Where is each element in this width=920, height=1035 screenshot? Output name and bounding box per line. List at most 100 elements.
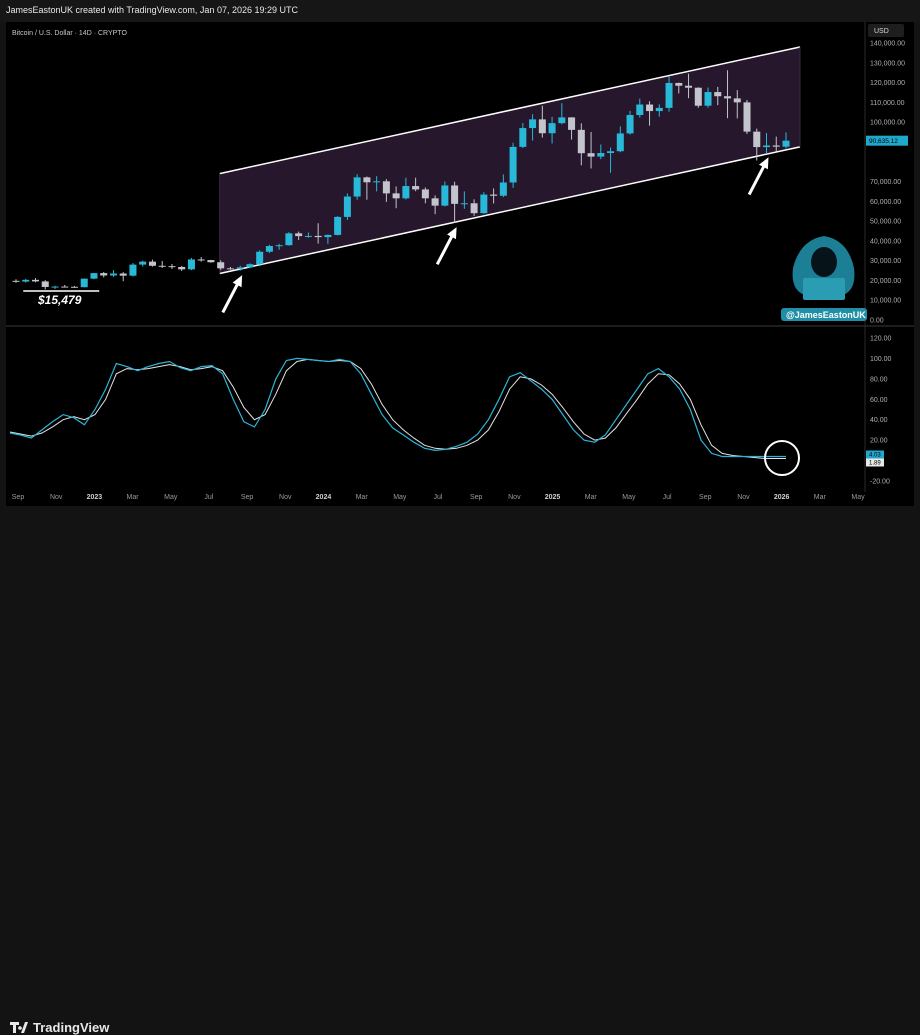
time-axis-tick: May [393,494,407,501]
price-axis-tick: 130,000.00 [870,60,905,67]
candle-body [421,189,429,199]
price-axis-tick: 20,000.00 [870,278,901,285]
candle-body [675,82,683,86]
price-axis-tick: 100,000.00 [870,120,905,127]
candle-body [626,115,634,134]
candle-body [236,267,244,269]
candle-body [470,203,478,214]
candle-body [714,92,722,97]
candle-body [558,117,566,124]
candle-body [90,273,98,279]
candle-body [548,123,556,134]
candle-body [733,98,741,103]
candle-body [246,264,254,268]
candle-body [382,181,390,194]
candle-body [685,85,693,88]
time-axis-tick: Nov [508,494,521,501]
time-axis-tick: 2025 [545,494,561,501]
candle-body [665,82,673,108]
candle-body [129,264,137,276]
candle-body [343,196,351,217]
candle-body [762,145,771,148]
candle-body [80,278,88,288]
time-axis-tick: Mar [127,494,140,501]
candle-body [392,193,400,199]
price-axis-tick: 70,000.00 [870,179,901,186]
candle-body [363,177,371,183]
oscillator-axis-tick: 100.00 [870,356,892,363]
price-axis-tick: 60,000.00 [870,199,901,206]
price-axis-tick: 40,000.00 [870,238,901,245]
candle-body [616,133,624,152]
time-axis-tick: Mar [585,494,598,501]
candle-body [207,260,215,263]
candle-body [168,266,176,268]
candle-body [70,286,78,288]
time-axis-tick: Mar [814,494,827,501]
time-axis-tick: Sep [470,494,483,501]
tradingview-logo-icon [10,1022,28,1033]
candle-body [61,286,69,288]
candle-body [538,119,546,134]
candle-body [460,203,468,205]
candle-body [139,261,147,265]
candle-body [295,233,303,237]
price-axis-tick: 110,000.00 [870,100,905,107]
candle-body [490,194,498,196]
candle-body [431,198,439,206]
time-axis-tick: 2023 [87,494,103,501]
oscillator-axis-tick: 80.00 [870,376,888,383]
candle-body [275,245,283,247]
candle-body [334,216,342,235]
candle-body [22,279,30,282]
candle-body [772,145,780,147]
candle-body [109,273,117,276]
time-axis-tick: Sep [12,494,25,501]
candle-body [51,286,59,288]
chart-area[interactable]: Bitcoin / U.S. Dollar · 14D · CRYPTO 140,… [0,0,920,506]
candle-body [265,246,273,252]
candle-body [636,104,644,116]
candle-body [304,235,312,237]
candle-body [178,266,186,270]
time-axis-tick: 2024 [316,494,332,501]
candle-body [451,185,459,204]
tradingview-brand: TradingView [33,1020,110,1035]
handle-text: @JamesEastonUK [786,310,866,320]
time-axis-tick: Jul [434,494,443,501]
candle-body [285,233,293,246]
candle-body [724,96,732,99]
candle-body [694,87,702,106]
candle-body [226,268,234,270]
candle-body [412,186,420,190]
candle-body [568,117,576,130]
candle-body [607,151,615,154]
time-axis-tick: Nov [737,494,750,501]
tradingview-logo[interactable]: TradingView [10,1020,109,1035]
candle-body [100,273,108,276]
time-axis-tick: Jul [204,494,213,501]
candle-body [753,131,761,148]
candle-body [353,177,361,197]
candle-body [441,185,449,206]
candle-body [12,280,20,282]
time-axis-tick: Mar [356,494,369,501]
price-axis-tick: 10,000.00 [870,298,901,305]
candle-body [655,107,663,112]
oscillator-axis-tick: 120.00 [870,336,892,343]
oscillator-k-value: 4.03 [869,452,881,458]
candle-body [41,281,49,287]
time-axis-tick: 2026 [774,494,790,501]
candle-body [402,186,410,199]
footer-bar: TradingView [0,506,920,1035]
candle-body [597,153,605,157]
candle-body [31,279,40,282]
candle-body [577,129,585,154]
oscillator-axis-tick: 60.00 [870,397,888,404]
candle-body [587,153,595,157]
time-axis-tick: Nov [50,494,63,501]
candle-body [509,146,517,183]
time-axis-tick: May [164,494,178,501]
time-axis-tick: Sep [241,494,254,501]
candle-body [187,259,195,270]
